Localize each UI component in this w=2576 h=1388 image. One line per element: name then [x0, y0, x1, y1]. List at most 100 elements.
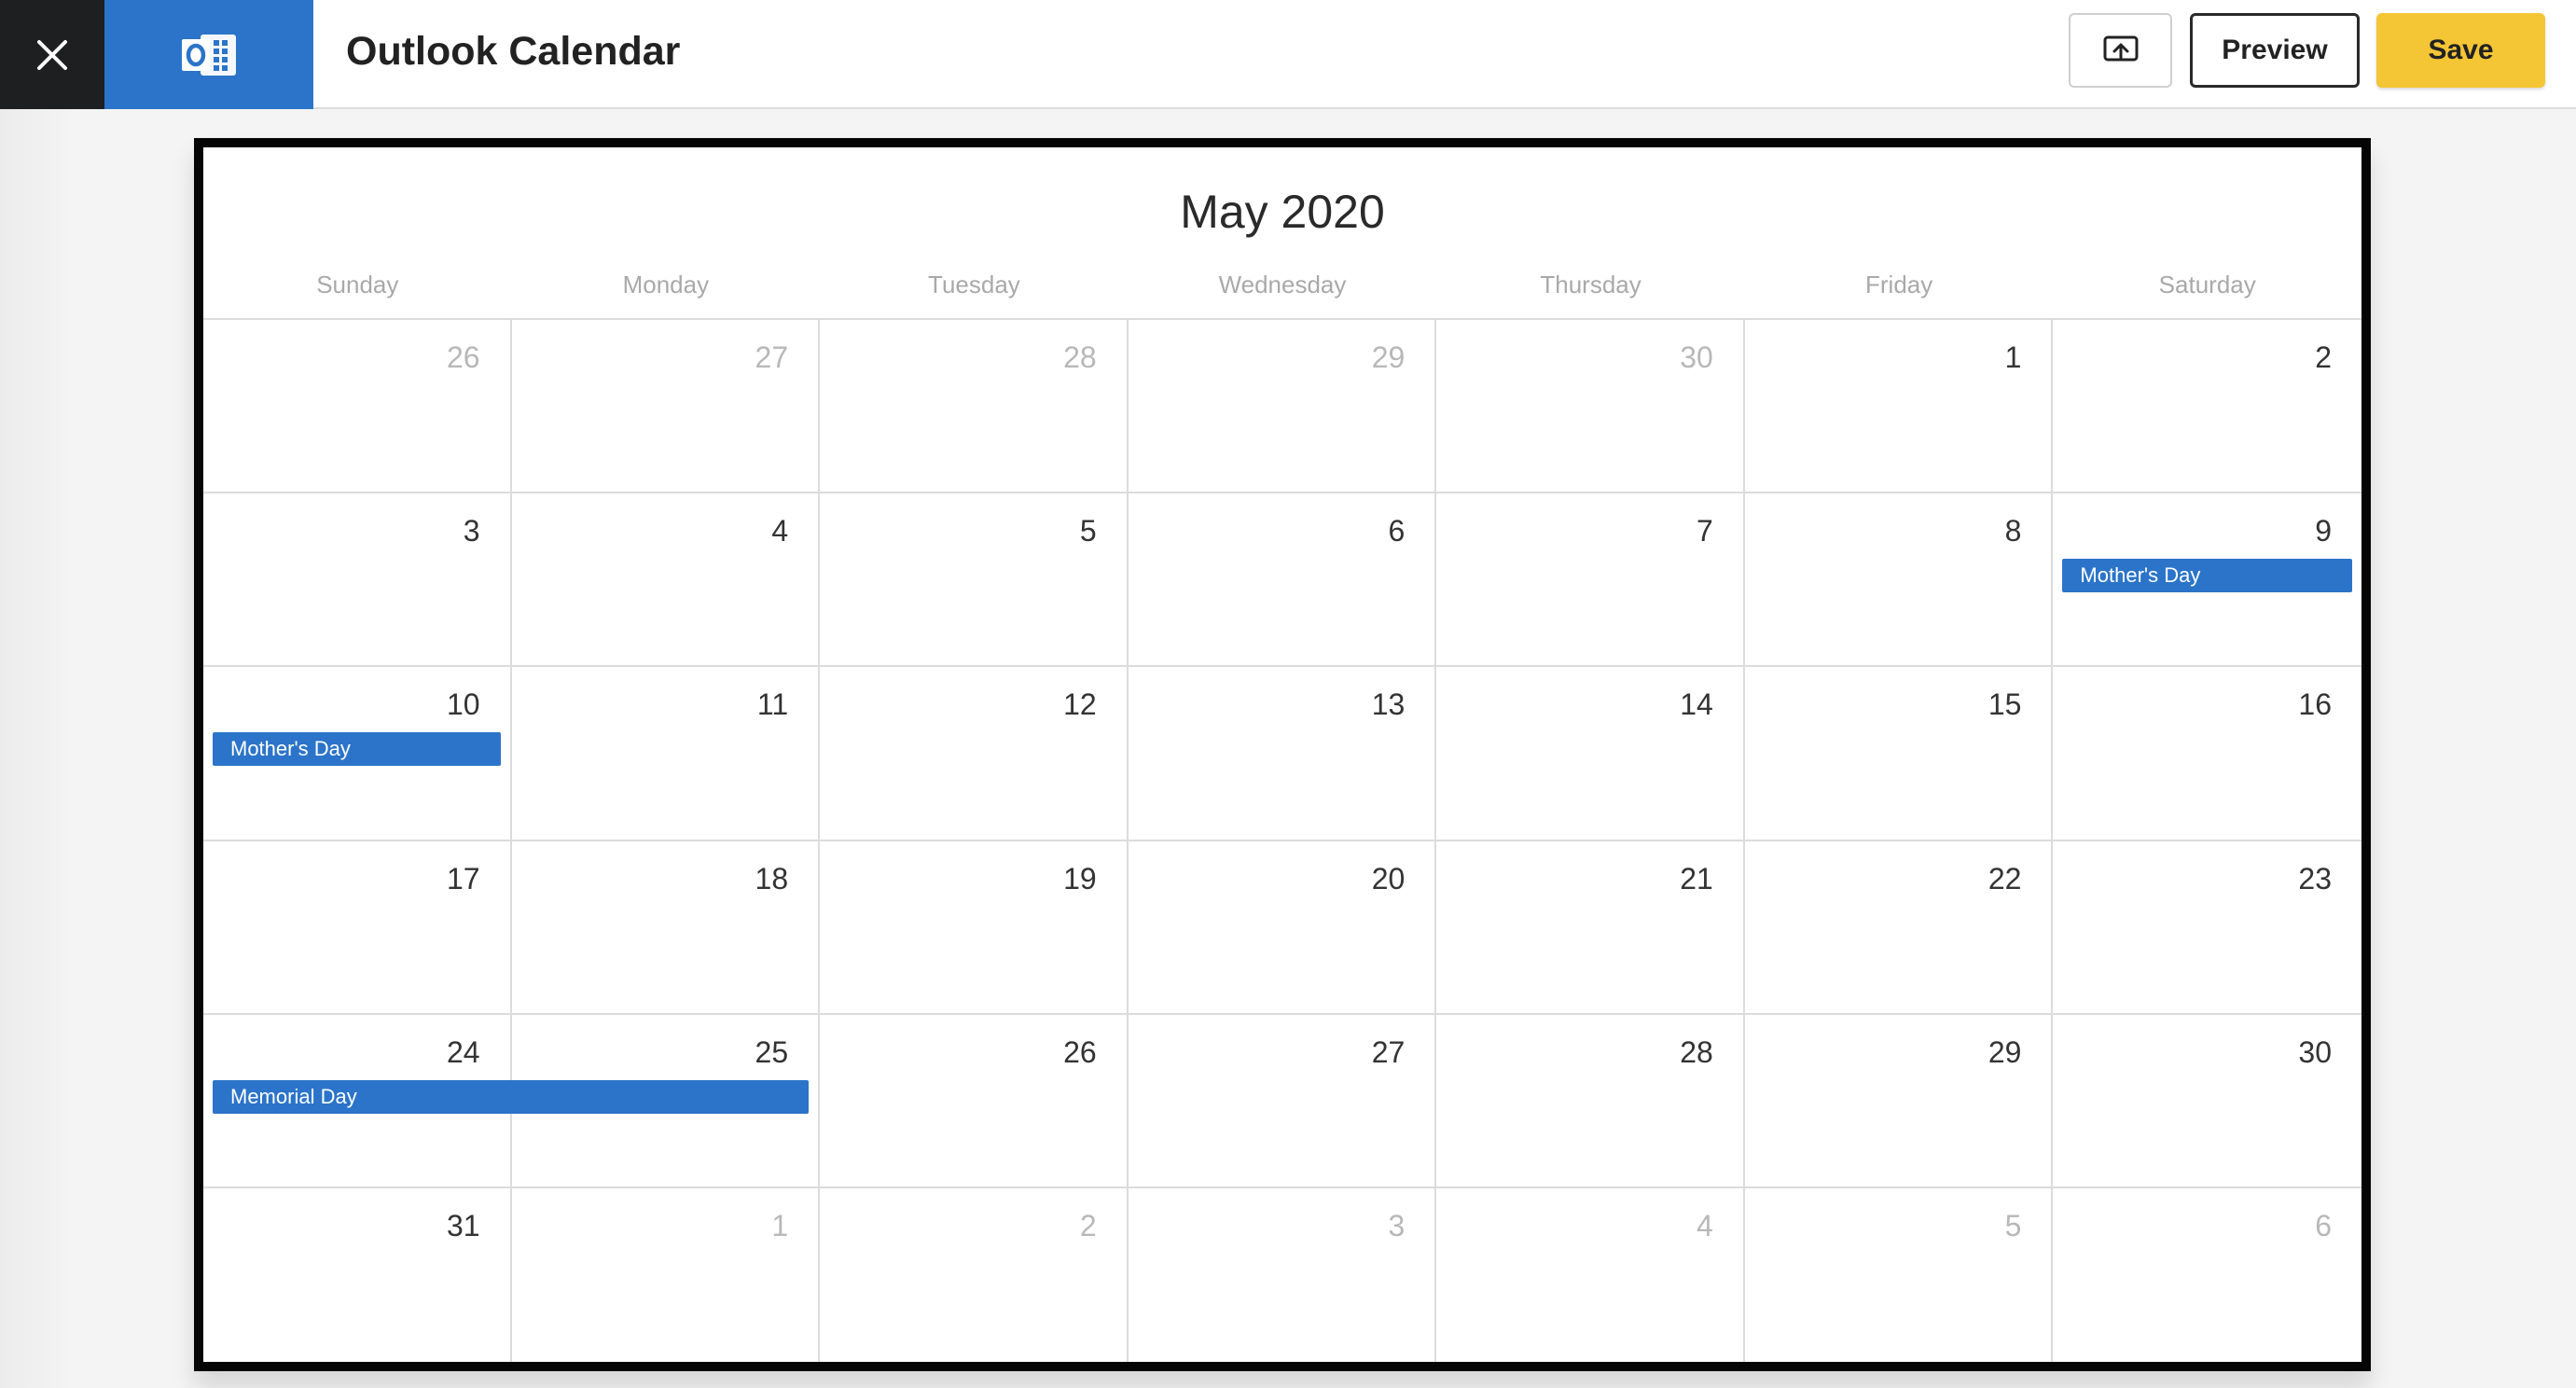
day-number: 9	[2315, 514, 2332, 548]
day-number: 25	[755, 1034, 789, 1069]
day-number: 8	[2004, 514, 2022, 548]
day-number: 3	[1388, 1208, 1406, 1242]
day-cell[interactable]: 29	[1128, 320, 1437, 494]
day-cell[interactable]: 3	[1129, 1187, 1437, 1362]
day-number: 27	[755, 340, 789, 374]
side-panel-edge	[0, 109, 75, 1388]
day-cell[interactable]: 27	[511, 320, 821, 494]
day-number: 5	[2004, 1208, 2022, 1242]
day-cell[interactable]: 4	[511, 493, 821, 668]
day-number: 4	[771, 514, 789, 548]
calendar-event[interactable]: Memorial Day	[213, 1079, 810, 1114]
day-cell[interactable]: 10 Mother's Day	[203, 667, 512, 841]
day-number: 14	[1680, 687, 1713, 722]
day-number: 4	[1697, 1208, 1713, 1242]
day-cell[interactable]: 31	[203, 1187, 512, 1362]
day-number: 18	[755, 861, 789, 895]
day-number: 1	[771, 1208, 789, 1242]
day-cell[interactable]: 23	[2053, 841, 2361, 1015]
day-cell[interactable]: 1	[1744, 320, 2054, 494]
day-number: 3	[463, 514, 480, 548]
day-cell[interactable]: 5	[1745, 1187, 2054, 1362]
day-number: 12	[1063, 687, 1097, 722]
top-bar: Outlook Calendar Preview Save	[0, 0, 2576, 109]
day-cell[interactable]: 26	[820, 1014, 1129, 1188]
calendar-frame: May 2020 Sunday Monday Tuesday Wednesday Thu…	[194, 138, 2371, 1371]
day-cell[interactable]: 4	[1436, 1187, 1745, 1362]
day-cell[interactable]: 26	[203, 320, 512, 494]
day-cell[interactable]: 6	[2053, 1188, 2361, 1362]
day-number: 29	[1371, 340, 1406, 374]
day-cell[interactable]: 30	[1436, 320, 1745, 494]
day-cell[interactable]: 8	[1744, 493, 2054, 668]
day-cell[interactable]: 29	[1744, 1014, 2054, 1188]
day-number: 6	[1388, 514, 1406, 548]
weekday-label: Thursday	[1540, 271, 1641, 298]
weekday-label: Saturday	[2158, 271, 2256, 298]
day-cell[interactable]: 19	[820, 840, 1129, 1015]
day-number: 7	[1697, 514, 1713, 548]
day-number: 5	[1079, 514, 1097, 548]
day-cell[interactable]: 28	[820, 320, 1129, 494]
day-cell[interactable]: 11	[511, 667, 821, 841]
day-cell[interactable]: 5	[820, 493, 1129, 668]
day-cell[interactable]: 14	[1436, 667, 1745, 841]
day-number: 21	[1680, 861, 1713, 895]
day-number: 27	[1371, 1034, 1406, 1069]
day-number: 15	[1987, 687, 2022, 722]
close-icon	[37, 39, 67, 70]
day-cell[interactable]: 16	[2053, 667, 2361, 841]
day-cell[interactable]: 30	[2053, 1015, 2361, 1188]
day-cell[interactable]: 18	[511, 840, 821, 1015]
day-number: 20	[1371, 861, 1406, 895]
weekday-label: Wednesday	[1218, 271, 1347, 298]
day-number: 29	[1987, 1034, 2022, 1069]
day-number: 11	[756, 687, 789, 722]
month-title: May 2020	[1180, 186, 1385, 238]
day-number: 30	[1680, 340, 1713, 374]
day-number: 28	[1063, 340, 1097, 374]
app-title: Outlook Calendar	[346, 29, 681, 74]
day-cell[interactable]: 13	[1128, 667, 1437, 841]
day-cell[interactable]: 6	[1128, 493, 1437, 668]
save-button[interactable]: Save	[2376, 13, 2545, 88]
day-cell[interactable]: 2	[2053, 320, 2361, 494]
day-cell[interactable]: 20	[1128, 840, 1437, 1015]
day-cell[interactable]: 28	[1436, 1014, 1745, 1188]
day-cell[interactable]: 2	[820, 1187, 1129, 1362]
close-button[interactable]	[0, 0, 104, 109]
outlook-icon	[182, 34, 236, 76]
day-cell[interactable]: 22	[1744, 840, 2054, 1015]
day-number: 19	[1063, 861, 1097, 895]
day-number: 13	[1371, 687, 1406, 722]
day-cell[interactable]: 15	[1744, 667, 2054, 841]
weekday-label: Friday	[1865, 271, 1933, 298]
day-number: 17	[446, 861, 480, 895]
calendar-event[interactable]: Mother's Day	[213, 732, 501, 767]
day-cell[interactable]: 12	[820, 667, 1129, 841]
day-number: 22	[1987, 861, 2022, 895]
day-number: 2	[1079, 1208, 1097, 1242]
day-number: 23	[2298, 861, 2332, 895]
day-number: 2	[2315, 340, 2332, 374]
publish-button[interactable]	[2069, 13, 2172, 88]
day-cell[interactable]: 1	[512, 1187, 821, 1362]
day-cell[interactable]: 3	[203, 493, 512, 668]
day-cell[interactable]: 9 Mother's Day	[2053, 493, 2361, 668]
screen-upload-icon	[2103, 35, 2138, 62]
weekday-label: Tuesday	[928, 271, 1020, 298]
day-number: 1	[2004, 340, 2022, 374]
day-number: 16	[2298, 687, 2332, 722]
weekday-label: Sunday	[316, 271, 399, 298]
day-number: 30	[2298, 1034, 2332, 1069]
day-cell[interactable]: 21	[1436, 840, 1745, 1015]
calendar-event[interactable]: Mother's Day	[2062, 559, 2352, 593]
day-number: 6	[2315, 1208, 2332, 1242]
day-cell[interactable]: 27	[1128, 1014, 1437, 1188]
app-tile	[104, 0, 313, 109]
preview-button[interactable]: Preview	[2190, 13, 2360, 88]
day-cell[interactable]: 17	[203, 840, 512, 1015]
day-cell[interactable]: 24 Memorial Day	[203, 1014, 810, 1188]
weekday-label: Monday	[622, 271, 710, 298]
day-cell[interactable]: 7	[1436, 493, 1745, 668]
